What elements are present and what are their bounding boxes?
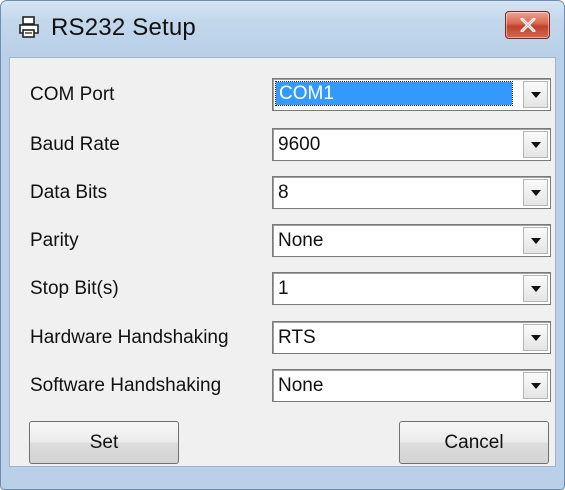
software-handshaking-dropdown-button[interactable]: [523, 372, 548, 399]
stop-bits-dropdown-button[interactable]: [523, 275, 548, 302]
software-handshaking-value: None: [278, 375, 324, 396]
parity-value: None: [278, 230, 324, 251]
com-port-select[interactable]: COM1: [272, 78, 551, 111]
hardware-handshaking-select[interactable]: RTS: [272, 321, 551, 354]
window-title: RS232 Setup: [51, 14, 196, 41]
baud-rate-select[interactable]: 9600: [272, 128, 551, 161]
software-handshaking-select[interactable]: None: [272, 369, 551, 402]
data-bits-dropdown-button[interactable]: [523, 179, 548, 206]
rs232-setup-dialog: RS232 Setup COM Port COM1 Baud Rate 9600…: [0, 0, 565, 490]
settings-panel: COM Port COM1 Baud Rate 9600 Data Bits 8…: [9, 57, 556, 467]
chevron-down-icon: [531, 383, 541, 389]
hardware-handshaking-dropdown-button[interactable]: [523, 324, 548, 351]
printer-icon: [17, 15, 41, 39]
com-port-label: COM Port: [30, 84, 115, 105]
hardware-handshaking-value: RTS: [278, 327, 316, 348]
chevron-down-icon: [531, 92, 541, 98]
com-port-dropdown-button[interactable]: [523, 81, 548, 108]
stop-bits-select[interactable]: 1: [272, 272, 551, 305]
set-button[interactable]: Set: [29, 421, 179, 464]
data-bits-select[interactable]: 8: [272, 176, 551, 209]
data-bits-label: Data Bits: [30, 182, 108, 203]
cancel-button[interactable]: Cancel: [399, 421, 549, 464]
stop-bits-value: 1: [278, 278, 289, 299]
baud-rate-dropdown-button[interactable]: [523, 131, 548, 158]
software-handshaking-label: Software Handshaking: [30, 375, 222, 396]
com-port-value: COM1: [275, 81, 513, 106]
chevron-down-icon: [531, 190, 541, 196]
close-icon: [520, 18, 536, 32]
chevron-down-icon: [531, 142, 541, 148]
parity-label: Parity: [30, 230, 79, 251]
chevron-down-icon: [531, 286, 541, 292]
chevron-down-icon: [531, 238, 541, 244]
parity-dropdown-button[interactable]: [523, 227, 548, 254]
close-button[interactable]: [505, 11, 550, 39]
baud-rate-label: Baud Rate: [30, 134, 120, 155]
data-bits-value: 8: [278, 182, 289, 203]
chevron-down-icon: [531, 335, 541, 341]
title-bar[interactable]: RS232 Setup: [1, 1, 564, 56]
parity-select[interactable]: None: [272, 224, 551, 257]
baud-rate-value: 9600: [278, 134, 321, 155]
stop-bits-label: Stop Bit(s): [30, 278, 119, 299]
hardware-handshaking-label: Hardware Handshaking: [30, 327, 229, 348]
